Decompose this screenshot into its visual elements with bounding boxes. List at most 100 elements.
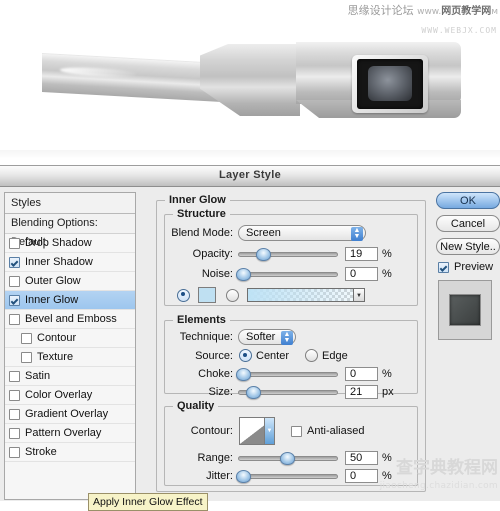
radio-solid-color[interactable] [177,288,190,302]
chevron-down-icon[interactable]: ▼ [264,418,274,444]
photo-bottom-shadow [0,150,500,159]
radio-gradient[interactable] [226,288,239,302]
checkbox-gradient-overlay[interactable] [9,408,20,420]
style-label: Drop Shadow [25,237,92,249]
styles-header[interactable]: Styles [5,193,135,214]
style-row-bevel-and-emboss[interactable]: Bevel and Emboss [5,310,135,329]
blend-mode-select[interactable]: Screen ▲ ▼ [238,225,366,241]
noise-slider-thumb[interactable] [236,268,251,281]
top-watermark-url: www.网页教学网м [417,6,498,17]
structure-group-label: Structure [173,208,230,220]
style-row-texture[interactable]: Texture [5,348,135,367]
choke-label: Choke: [198,368,233,380]
jitter-slider-thumb[interactable] [236,470,251,483]
source-row: Source: Center Edge [165,349,411,362]
dialog-titlebar[interactable]: Layer Style [0,166,500,187]
top-watermark-cn: 思缘设计论坛 [347,4,414,17]
checkbox-stroke[interactable] [9,446,20,458]
top-watermark-site: 网页教学网 [441,6,492,17]
noise-value: 0 [350,268,357,280]
checkbox-inner-shadow[interactable] [9,256,20,268]
size-value: 21 [350,386,363,398]
noise-input[interactable]: 0 [345,267,378,281]
preview-toggle[interactable]: Preview [438,261,498,273]
cancel-button[interactable]: Cancel [436,215,500,232]
dialog-title: Layer Style [218,169,281,181]
style-row-gradient-overlay[interactable]: Gradient Overlay [5,405,135,424]
chevron-updown-icon: ▲ ▼ [351,227,363,241]
contour-preview[interactable]: ▼ [239,417,275,445]
checkbox-inner-glow[interactable] [9,294,20,306]
checkbox-color-overlay[interactable] [9,389,20,401]
choke-input[interactable]: 0 [345,367,378,381]
checkbox-drop-shadow[interactable] [9,237,20,249]
source-edge-label: Edge [322,349,348,362]
radio-source-edge[interactable] [305,349,319,362]
checkbox-texture[interactable] [21,351,32,363]
style-row-drop-shadow[interactable]: Drop Shadow [5,234,135,253]
noise-slider[interactable] [236,268,338,281]
style-row-satin[interactable]: Satin [5,367,135,386]
technique-label: Technique: [179,331,233,343]
blending-options-row[interactable]: Blending Options: Default [5,214,135,248]
style-label: Color Overlay [25,389,93,401]
choke-slider[interactable] [236,368,338,381]
jitter-slider[interactable] [236,470,338,483]
style-label: Contour [37,332,77,344]
style-row-stroke[interactable]: Stroke [5,443,135,462]
glow-color-swatch[interactable] [198,287,216,303]
checkbox-anti-aliased[interactable] [291,425,302,437]
style-row-color-overlay[interactable]: Color Overlay [5,386,135,405]
opacity-unit: % [382,248,392,260]
dialog-body: Styles Blending Options: Default Drop Sh… [0,187,500,511]
style-label: Outer Glow [25,275,81,287]
checkbox-bevel-and-emboss[interactable] [9,313,20,325]
dialog-actions: OK Cancel New Style.. Preview [436,192,500,498]
blend-mode-label: Blend Mode: [171,227,233,239]
screenshot-root: WWW.WEBJX.COM 思缘设计论坛 www.网页教学网м Layer St… [0,0,500,511]
device-handle [42,52,222,103]
device-neck [200,44,300,116]
range-input[interactable]: 50 [345,451,378,465]
noise-row: Noise: 0 % [165,267,411,281]
opacity-slider[interactable] [238,248,338,261]
checkbox-pattern-overlay[interactable] [9,427,20,439]
style-row-inner-glow[interactable]: Inner Glow [5,291,135,310]
technique-value: Softer [246,331,276,343]
jitter-row: Jitter: 0 % [165,469,411,483]
technique-select[interactable]: Softer ▲ ▼ [238,329,296,345]
checkbox-outer-glow[interactable] [9,275,20,287]
jitter-value: 0 [350,470,357,482]
choke-unit: % [382,368,392,380]
opacity-input[interactable]: 19 [345,247,378,261]
device-lens-inner [368,66,412,101]
opacity-slider-thumb[interactable] [256,248,271,261]
checkbox-satin[interactable] [9,370,20,382]
chevron-down-icon[interactable]: ▼ [353,288,365,302]
size-input[interactable]: 21 [345,385,378,399]
layer-style-dialog: Layer Style Styles Blending Options: Def… [0,165,500,511]
glow-fill-row: ▼ [177,287,413,303]
radio-source-center[interactable] [239,349,252,362]
size-slider[interactable] [238,386,338,399]
opacity-label: Opacity: [192,248,233,260]
glow-gradient-picker[interactable]: ▼ [247,288,365,302]
checkbox-contour[interactable] [21,332,32,344]
jitter-input[interactable]: 0 [345,469,378,483]
photo-watermark: WWW.WEBJX.COM [421,26,497,35]
blend-mode-row: Blend Mode: Screen ▲ ▼ [165,225,411,241]
style-row-inner-shadow[interactable]: Inner Shadow [5,253,135,272]
jitter-slider-track [238,474,338,479]
style-row-outer-glow[interactable]: Outer Glow [5,272,135,291]
checkbox-preview[interactable] [438,261,449,273]
anti-aliased-label: Anti-aliased [307,425,365,437]
style-label: Satin [25,370,51,382]
range-slider[interactable] [238,452,338,465]
choke-slider-thumb[interactable] [236,368,251,381]
size-slider-thumb[interactable] [246,386,261,399]
style-row-pattern-overlay[interactable]: Pattern Overlay [5,424,135,443]
ok-button[interactable]: OK [436,192,500,209]
style-row-contour[interactable]: Contour [5,329,135,348]
new-style-button[interactable]: New Style.. [436,238,500,255]
range-slider-thumb[interactable] [280,452,295,465]
